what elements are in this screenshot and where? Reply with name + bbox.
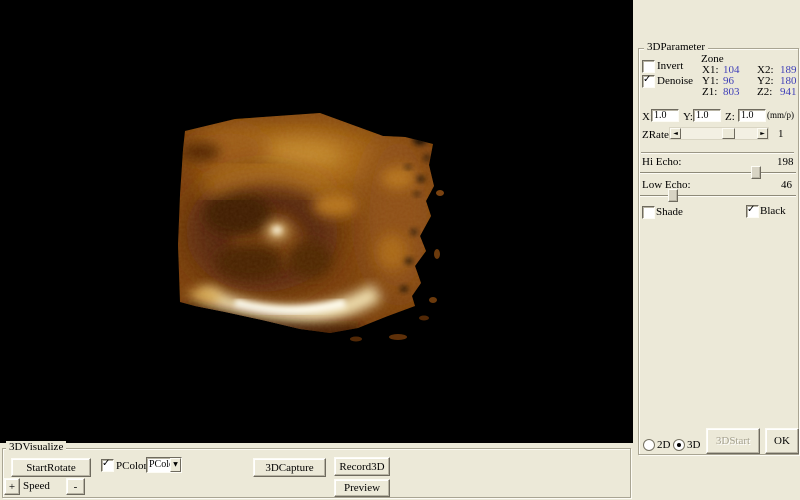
- hi-echo-slider[interactable]: [640, 172, 796, 174]
- hi-echo-value: 198: [777, 157, 794, 168]
- scale-unit-label: (mm/p): [767, 110, 794, 121]
- mode-2d-label: 2D: [657, 440, 670, 451]
- denoise-label: Denoise: [657, 76, 693, 87]
- visualize-groupbox-title: 3DVisualize: [6, 441, 66, 453]
- zone-z1-label: Z1:: [702, 87, 717, 98]
- app-window: 3DParameter Invert ✓ Denoise Zone X1: 10…: [0, 0, 800, 500]
- low-echo-label: Low Echo:: [642, 180, 691, 191]
- pcolor-checkbox[interactable]: ✓: [101, 459, 114, 472]
- hi-echo-label: Hi Echo:: [642, 157, 681, 168]
- x-scale-input[interactable]: [651, 109, 679, 122]
- start-3d-button[interactable]: 3DStart: [706, 428, 760, 454]
- scroll-left-icon: ◄: [673, 131, 678, 137]
- zrate-scrollbar[interactable]: ◄ ►: [669, 127, 769, 140]
- zone-z2-value: 941: [780, 87, 797, 98]
- shade-label: Shade: [656, 207, 683, 218]
- preview-button[interactable]: Preview: [334, 479, 390, 497]
- start-rotate-button[interactable]: StartRotate: [11, 458, 91, 477]
- y-scale-label: Y:: [683, 112, 693, 123]
- low-echo-value: 46: [781, 180, 792, 191]
- separator-line: [641, 152, 794, 154]
- checkmark-icon: ✓: [643, 73, 651, 86]
- shade-checkbox[interactable]: [642, 206, 655, 219]
- radio-dot-icon: [677, 443, 681, 447]
- speed-minus-button[interactable]: -: [66, 478, 85, 495]
- zrate-value: 1: [778, 129, 784, 140]
- zone-z1-value: 803: [723, 87, 740, 98]
- visualize-groupbox: 3DVisualize StartRotate + Speed - ✓ PCol…: [2, 448, 631, 498]
- pcolor-label: PColor: [116, 461, 147, 472]
- checkmark-icon: ✓: [102, 457, 110, 470]
- capture-3d-button[interactable]: 3DCapture: [253, 458, 326, 477]
- pcolor-dropdown-arrow-button[interactable]: ▼: [170, 458, 181, 472]
- zrate-scroll-thumb[interactable]: [722, 128, 735, 139]
- ultrasound-render-image: [0, 0, 633, 443]
- scroll-right-icon: ►: [760, 131, 765, 137]
- speed-label: Speed: [23, 481, 50, 492]
- zrate-label: ZRate: [642, 130, 669, 141]
- invert-label: Invert: [657, 61, 683, 72]
- black-checkbox[interactable]: ✓: [746, 205, 759, 218]
- mode-3d-label: 3D: [687, 440, 700, 451]
- record-3d-button[interactable]: Record3D: [334, 457, 390, 476]
- low-echo-slider-thumb[interactable]: [668, 189, 678, 202]
- checkmark-icon: ✓: [747, 203, 755, 216]
- zrate-scroll-right-button[interactable]: ►: [757, 128, 768, 139]
- y-scale-input[interactable]: [693, 109, 721, 122]
- denoise-checkbox[interactable]: ✓: [642, 75, 655, 88]
- speed-plus-button[interactable]: +: [4, 478, 20, 495]
- zrate-scroll-left-button[interactable]: ◄: [670, 128, 681, 139]
- hi-echo-slider-thumb[interactable]: [751, 166, 761, 179]
- low-echo-slider[interactable]: [640, 195, 796, 197]
- black-label: Black: [760, 206, 786, 217]
- mode-3d-radio[interactable]: [673, 439, 685, 451]
- pcolor-dropdown[interactable]: PColor ▼: [146, 457, 182, 473]
- zone-z2-label: Z2:: [757, 87, 772, 98]
- ok-button[interactable]: OK: [765, 428, 799, 454]
- param-groupbox-title: 3DParameter: [644, 41, 708, 53]
- chevron-down-icon: ▼: [173, 462, 178, 468]
- param-groupbox: 3DParameter Invert ✓ Denoise Zone X1: 10…: [638, 48, 799, 455]
- invert-checkbox[interactable]: [642, 60, 655, 73]
- render-viewport[interactable]: [0, 0, 633, 443]
- z-scale-label: Z:: [725, 112, 735, 123]
- z-scale-input[interactable]: [738, 109, 766, 122]
- mode-2d-radio[interactable]: [643, 439, 655, 451]
